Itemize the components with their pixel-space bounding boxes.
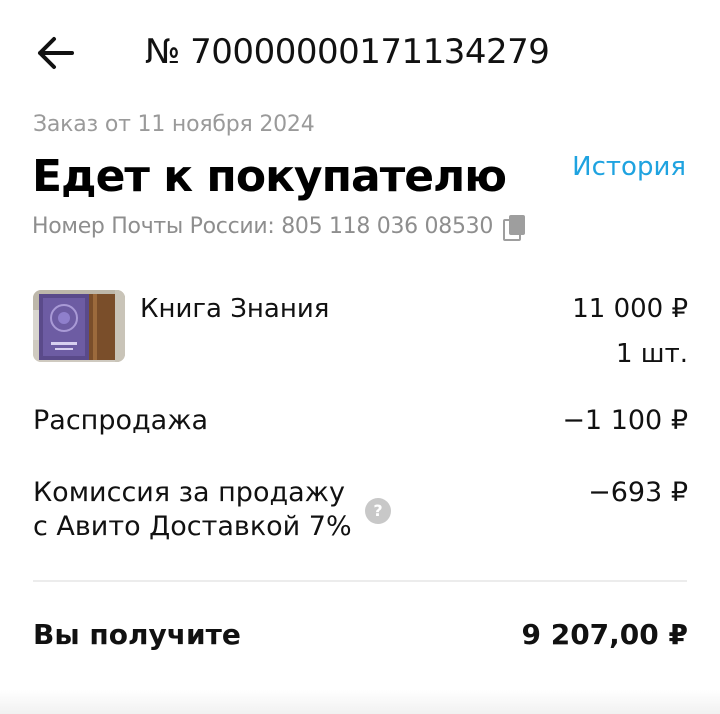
tracking-number-row: Номер Почты России: 805 118 036 08530 [32,212,527,242]
commission-label-line1: Комиссия за продажу [33,477,345,508]
divider [33,580,687,582]
bottom-shadow [0,690,720,714]
arrow-left-icon [38,37,74,69]
item-thumbnail[interactable] [33,290,125,362]
commission-label-line2: с Авито Доставкой 7% [33,511,352,542]
tracking-number-text: Номер Почты России: 805 118 036 08530 [32,214,494,239]
sale-value: −1 100 ₽ [562,405,688,436]
sale-label: Распродажа [33,405,209,436]
commission-value: −693 ₽ [588,477,688,508]
order-status-title: Едет к покупателю [32,151,507,202]
order-number: № 70000000171134279 [145,32,550,72]
payout-value: 9 207,00 ₽ [521,618,688,651]
commission-label: Комиссия за продажу с Авито Доставкой 7% [33,476,363,544]
book-image [33,290,125,362]
item-quantity: 1 шт. [615,339,688,369]
back-button[interactable] [34,33,76,73]
order-date: Заказ от 11 ноября 2024 [33,112,315,137]
payout-label: Вы получите [33,618,241,651]
copy-icon[interactable] [503,215,527,241]
item-price: 11 000 ₽ [572,294,688,324]
question-icon[interactable]: ? [365,498,391,524]
history-link[interactable]: История [572,150,686,184]
item-name[interactable]: Книга Знания [140,292,329,326]
